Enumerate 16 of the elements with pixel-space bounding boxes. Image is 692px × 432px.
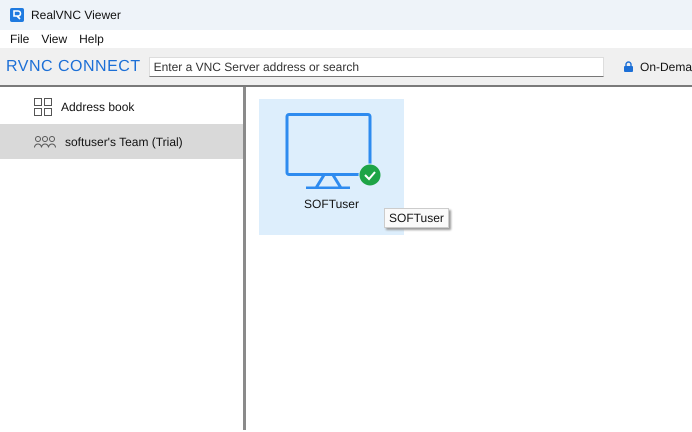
menu-item[interactable]: View	[35, 32, 74, 46]
brand-logo: RVNC CONNECT	[6, 58, 141, 76]
window-title: RealVNC Viewer	[31, 8, 121, 22]
menu-item[interactable]: Help	[73, 32, 110, 46]
search-field[interactable]: Enter a VNC Server address or search	[148, 56, 604, 76]
sidebar-item[interactable]: softuser's Team (Trial)	[0, 124, 243, 159]
sidebar-item[interactable]: Address book	[0, 89, 243, 124]
lock-icon	[624, 61, 633, 72]
people-icon	[34, 136, 56, 148]
connection-mode-label: On-Dema	[640, 60, 692, 74]
computer-name: SOFTuser	[304, 197, 359, 211]
menu-item[interactable]: File	[4, 32, 36, 46]
tooltip: SOFTuser	[384, 208, 449, 228]
grid-icon	[34, 98, 52, 116]
monitor-icon	[285, 113, 371, 189]
app-logo-icon	[10, 8, 24, 22]
